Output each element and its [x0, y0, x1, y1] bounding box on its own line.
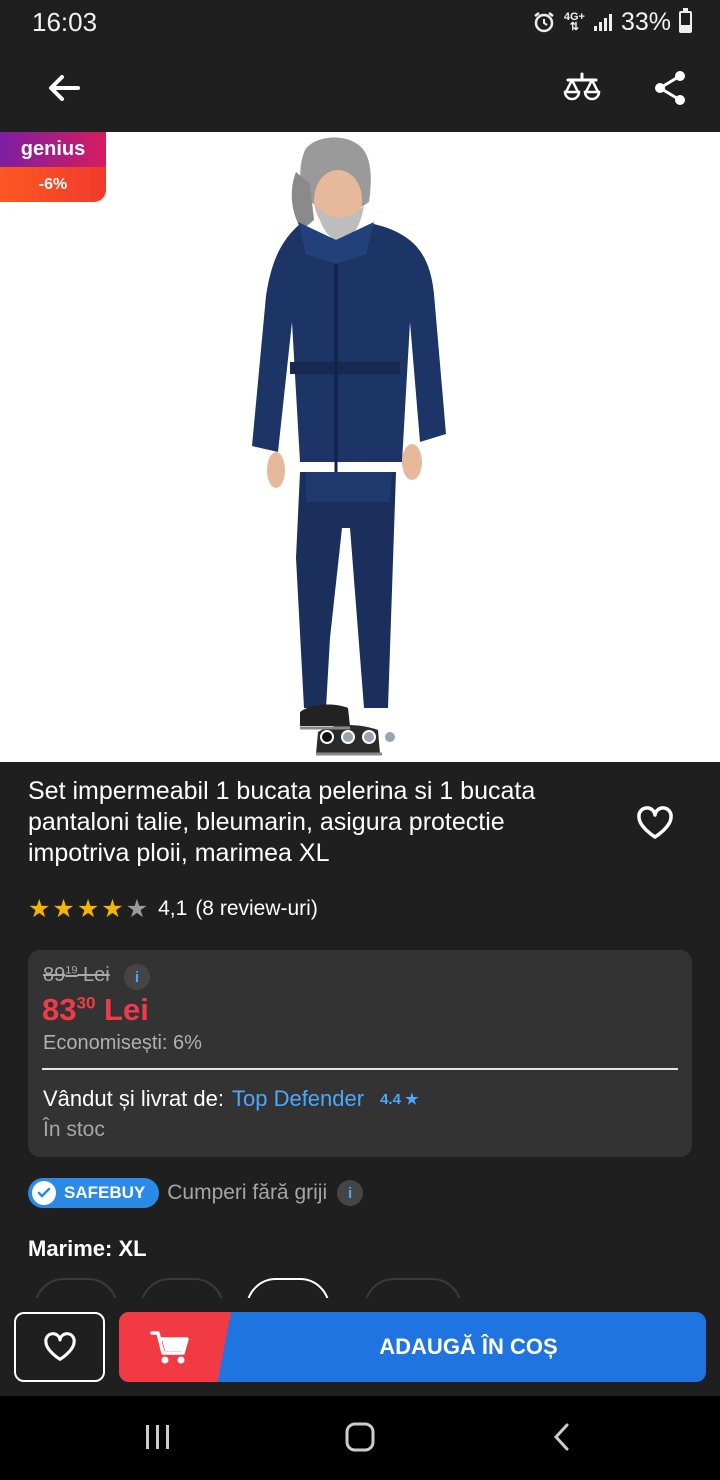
rating-value: 4,1: [158, 897, 188, 920]
size-option[interactable]: [34, 1278, 118, 1300]
price-info-icon[interactable]: i: [124, 964, 150, 990]
share-button[interactable]: [640, 58, 700, 118]
carousel-dot[interactable]: [362, 730, 376, 744]
home-button[interactable]: [330, 1412, 390, 1462]
signal-icon: [593, 14, 612, 31]
battery-icon: [679, 8, 692, 33]
check-icon: [32, 1181, 56, 1205]
stock-status: În stoc: [43, 1118, 105, 1141]
cart-icon: [150, 1331, 189, 1364]
status-icons: 4G+ ⇅ 33%: [532, 8, 692, 36]
safebuy-row: SAFEBUY Cumperi fără griji i: [28, 1178, 364, 1208]
carousel-dot[interactable]: [383, 730, 397, 744]
safebuy-badge: SAFEBUY: [28, 1178, 160, 1208]
seller-rating: 4.4 ★: [380, 1091, 419, 1108]
price-card: 8919 Lei i 8330 Lei Economisești: 6% Vân…: [28, 950, 692, 1157]
size-label: Marime: XL: [28, 1236, 147, 1261]
genius-discount-badge: genius -6%: [0, 132, 106, 202]
rating-stars: ★ ★ ★ ★ ★: [28, 894, 148, 924]
star-full-icon: ★: [76, 895, 100, 923]
star-full-icon: ★: [101, 895, 124, 923]
bottom-action-bar: ADAUGĂ ÎN COȘ: [0, 1298, 720, 1396]
discount-label: -6%: [0, 167, 106, 202]
carousel-dot[interactable]: [320, 730, 334, 744]
network-type-icon: 4G+ ⇅: [563, 11, 585, 33]
arrow-left-icon: [49, 75, 80, 101]
size-option[interactable]: [364, 1278, 462, 1300]
current-price: 8330 Lei: [42, 992, 149, 1027]
safebuy-info-icon[interactable]: i: [337, 1180, 364, 1206]
compare-button[interactable]: [552, 58, 612, 118]
recent-apps-button[interactable]: [128, 1412, 188, 1462]
home-icon: [345, 1422, 375, 1452]
star-full-icon: ★: [52, 895, 75, 923]
carousel-dot[interactable]: [341, 730, 355, 744]
safebuy-description: Cumperi fără griji: [167, 1181, 328, 1204]
heart-icon: [637, 806, 673, 839]
cart-icon-area: [119, 1312, 231, 1382]
size-option[interactable]: [140, 1278, 224, 1300]
chevron-left-icon: [553, 1423, 569, 1451]
status-bar: 16:03 4G+ ⇅ 33%: [0, 0, 720, 44]
share-icon: [655, 71, 685, 105]
rating-row[interactable]: ★ ★ ★ ★ ★ 4,1 (8 review-uri): [28, 894, 318, 924]
compare-scale-icon: [563, 72, 601, 101]
wishlist-button[interactable]: [14, 1312, 105, 1382]
system-nav-bar: [0, 1396, 720, 1480]
seller-label: Vândut și livrat de:: [43, 1086, 224, 1111]
safebuy-label: SAFEBUY: [64, 1183, 146, 1202]
system-back-button[interactable]: [532, 1412, 592, 1462]
app-bar: [0, 44, 720, 132]
add-to-cart-button[interactable]: ADAUGĂ ÎN COȘ: [119, 1312, 706, 1382]
alarm-icon: [534, 12, 554, 33]
back-button[interactable]: [34, 58, 94, 118]
product-title: Set impermeabil 1 bucata pelerina si 1 b…: [28, 777, 536, 867]
favorite-button[interactable]: [630, 798, 680, 848]
status-time: 16:03: [32, 7, 98, 37]
genius-label: genius: [0, 132, 106, 167]
savings-text: Economisești: 6%: [43, 1032, 202, 1054]
add-to-cart-label: ADAUGĂ ÎN COȘ: [379, 1334, 558, 1359]
recent-apps-icon: [146, 1425, 169, 1449]
battery-percent: 33%: [620, 7, 671, 36]
old-price: 8919 Lei: [43, 964, 110, 986]
divider: [42, 1068, 678, 1070]
size-options: [28, 1278, 720, 1300]
star-empty-icon: ★: [125, 895, 149, 923]
product-image-carousel[interactable]: genius -6%: [0, 132, 720, 762]
seller-line: Vândut și livrat de: Top Defender 4.4 ★: [43, 1086, 419, 1112]
seller-name-link[interactable]: Top Defender: [232, 1086, 364, 1112]
size-option-selected[interactable]: [246, 1278, 330, 1300]
product-photo: [252, 137, 446, 756]
star-full-icon: ★: [28, 895, 51, 923]
heart-icon: [43, 1332, 76, 1361]
carousel-indicator: [320, 730, 397, 744]
review-count-link[interactable]: (8 review-uri): [195, 897, 318, 921]
